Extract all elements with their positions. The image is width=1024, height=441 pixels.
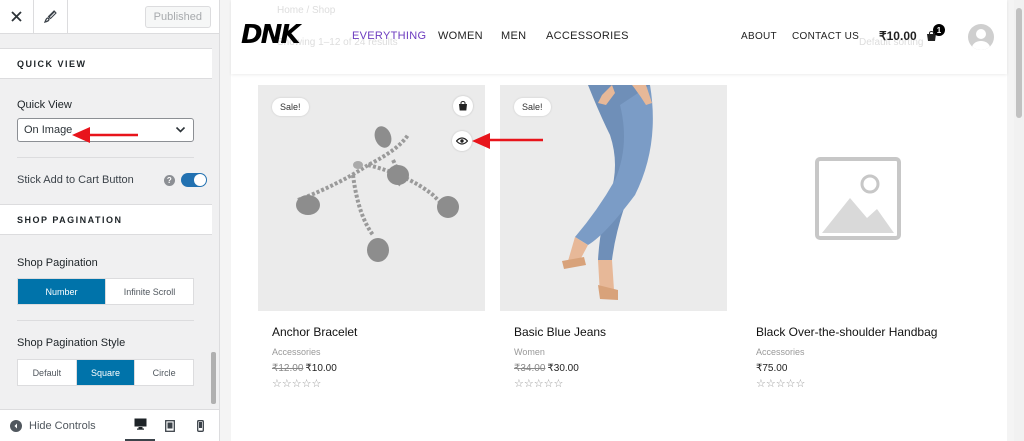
toggle-knob (193, 174, 206, 186)
rating-stars: ☆☆☆☆☆ (514, 378, 564, 390)
annotation-arrow (472, 133, 543, 149)
desktop-preview-button[interactable] (125, 410, 155, 441)
tablet-preview-button[interactable] (155, 410, 185, 441)
customizer-footer: Hide Controls (0, 409, 219, 441)
quick-view-label: Quick View (17, 99, 72, 111)
site-page: Home / Shop Showing 1–12 of 24 results D… (231, 0, 1007, 441)
sale-badge: Sale! (514, 98, 551, 116)
site-preview: Home / Shop Showing 1–12 of 24 results D… (220, 0, 1024, 441)
close-icon (11, 11, 22, 22)
product-price: ₹12.00 ₹10.00 (272, 363, 337, 374)
sale-badge: Sale! (272, 98, 309, 116)
breadcrumb: Home / Shop (277, 5, 336, 16)
tablet-icon (165, 419, 175, 432)
product-image[interactable]: Sale! (500, 85, 727, 311)
mobile-preview-button[interactable] (185, 410, 215, 441)
nav-contact-us[interactable]: CONTACT US (792, 31, 859, 42)
desktop-icon (134, 418, 146, 430)
divider (17, 320, 194, 321)
sticky-cart-toggle[interactable] (180, 173, 207, 187)
eye-icon (456, 137, 468, 145)
nav-about[interactable]: ABOUT (741, 31, 777, 42)
sticky-cart-row: Stick Add to Cart Button ? (0, 173, 219, 187)
hide-controls-button[interactable]: Hide Controls (0, 419, 96, 432)
shop-pagination-options: Number Infinite Scroll (17, 278, 194, 305)
style-circle-button[interactable]: Circle (135, 360, 193, 385)
preview-scrollbar[interactable] (1014, 0, 1024, 441)
nav-accessories[interactable]: ACCESSORIES (546, 30, 629, 42)
style-default-button[interactable]: Default (18, 360, 77, 385)
pagination-style-label: Shop Pagination Style (17, 337, 126, 349)
product-title[interactable]: Black Over-the-shoulder Handbag (742, 325, 969, 339)
quick-view-selected-value: On Image (24, 124, 73, 136)
rating-stars: ☆☆☆☆☆ (272, 378, 322, 390)
brush-icon (44, 10, 57, 23)
product-price: ₹34.00 ₹30.00 (514, 363, 579, 374)
jeans-image (562, 85, 653, 300)
mobile-icon (196, 419, 204, 432)
product-image[interactable]: Sale! (258, 85, 485, 311)
scrollbar-thumb[interactable] (1016, 8, 1022, 118)
nav-women[interactable]: WOMEN (438, 30, 483, 42)
help-icon[interactable]: ? (163, 174, 175, 186)
customizer-panel: Published QUICK VIEW Quick View On Image… (0, 0, 220, 441)
product-card[interactable]: Sale! Anchor Bracelet Accessories ₹12.00… (258, 85, 485, 390)
hide-controls-label: Hide Controls (29, 419, 96, 432)
add-to-cart-button[interactable] (453, 96, 473, 116)
theme-editor-button[interactable] (34, 0, 68, 34)
nav-men[interactable]: MEN (501, 30, 526, 42)
cart-count-badge: 1 (933, 24, 945, 36)
close-customizer-button[interactable] (0, 0, 34, 34)
site-header: Home / Shop Showing 1–12 of 24 results D… (231, 0, 1007, 74)
bag-icon (459, 101, 467, 111)
rating-stars: ☆☆☆☆☆ (756, 378, 806, 390)
product-card[interactable]: Black Over-the-shoulder Handbag Accessor… (742, 85, 969, 390)
pagination-infinite-scroll-button[interactable]: Infinite Scroll (106, 279, 193, 304)
pagination-style-options: Default Square Circle (17, 359, 194, 386)
product-title[interactable]: Anchor Bracelet (258, 325, 485, 339)
cart-total[interactable]: ₹10.00 (879, 29, 917, 43)
product-category[interactable]: Accessories (742, 347, 969, 357)
divider (17, 157, 194, 158)
bracelet-image (296, 126, 459, 262)
product-price: ₹75.00 (756, 363, 788, 374)
product-category[interactable]: Women (500, 347, 727, 357)
shop-pagination-section-title[interactable]: SHOP PAGINATION (0, 204, 212, 235)
annotation-arrow (72, 127, 138, 143)
product-category[interactable]: Accessories (258, 347, 485, 357)
pagination-number-button[interactable]: Number (18, 279, 106, 304)
site-logo[interactable]: DNK (241, 20, 300, 50)
publish-button[interactable]: Published (144, 5, 211, 28)
device-switcher (125, 410, 215, 441)
shop-pagination-label: Shop Pagination (17, 257, 98, 269)
chevron-down-icon (175, 126, 186, 133)
sticky-cart-label: Stick Add to Cart Button (17, 174, 134, 186)
nav-everything[interactable]: EVERYTHING (352, 30, 426, 42)
collapse-icon (10, 419, 22, 432)
customizer-header: Published (0, 0, 219, 34)
style-square-button[interactable]: Square (76, 360, 136, 385)
product-title[interactable]: Basic Blue Jeans (500, 325, 727, 339)
panel-scrollbar[interactable] (211, 352, 216, 404)
product-image[interactable] (742, 85, 969, 311)
quick-view-section-title[interactable]: QUICK VIEW (0, 48, 212, 79)
quick-view-button[interactable] (452, 131, 472, 151)
avatar[interactable] (968, 24, 994, 50)
image-placeholder-icon (815, 157, 901, 240)
